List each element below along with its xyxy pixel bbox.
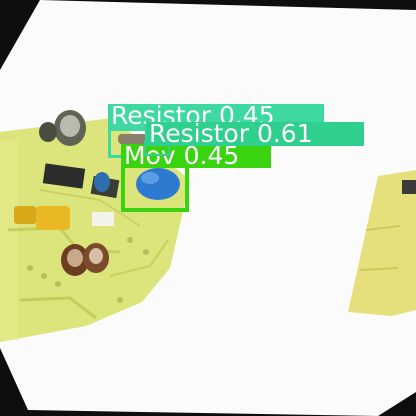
pcb-secondary-part — [402, 180, 416, 194]
detection-confidence: 0.61 — [256, 122, 313, 146]
capacitor-top — [54, 110, 86, 146]
detection-label-resistor-2: Resistor 0.61 — [146, 122, 364, 146]
white-sticker — [92, 212, 114, 226]
detection-confidence: 0.45 — [183, 144, 240, 168]
detection-image: Resistor 0.45 Mov 0.45 Resistor 0.61 — [0, 0, 416, 416]
blue-component — [94, 172, 110, 192]
capacitor-bottom-right — [83, 243, 109, 273]
yellow-block — [14, 206, 36, 224]
capacitor-small — [39, 122, 57, 142]
circuit-board-photo — [0, 0, 416, 416]
yellow-component — [36, 206, 70, 230]
detection-class: Resistor — [149, 122, 249, 146]
